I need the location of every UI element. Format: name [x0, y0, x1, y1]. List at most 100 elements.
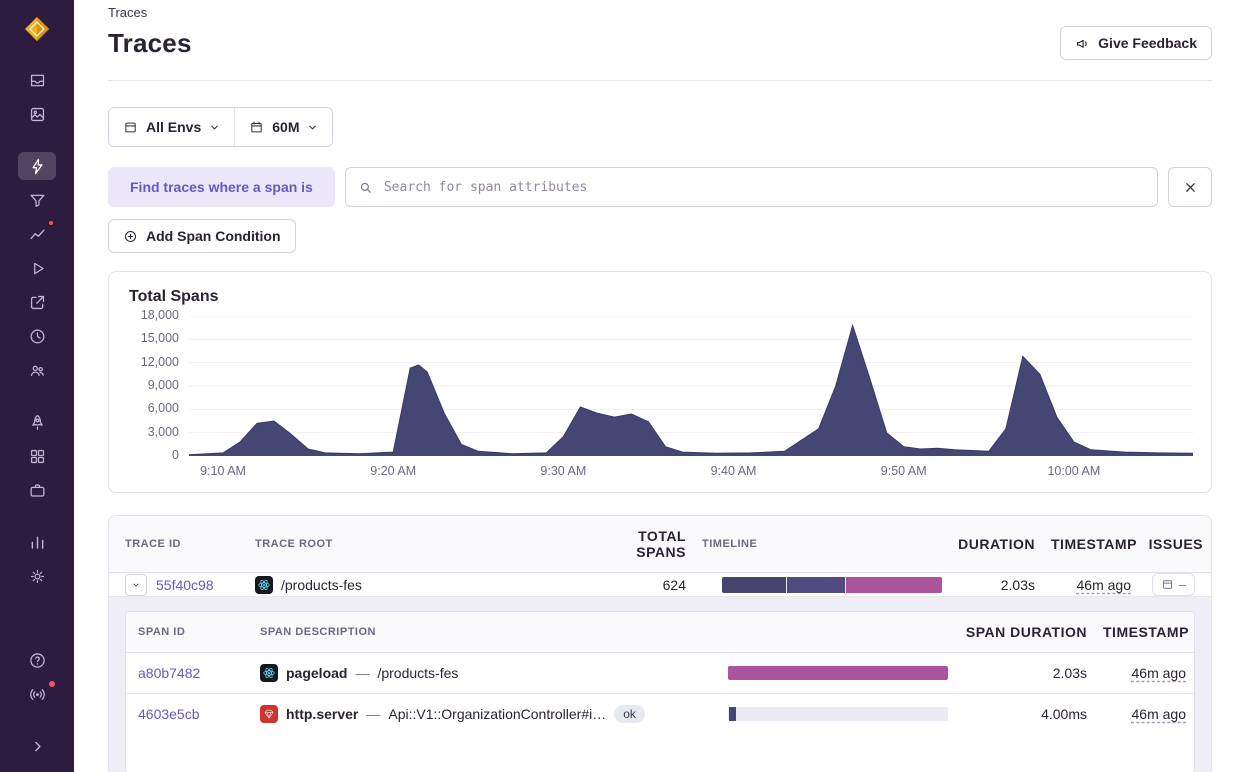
- play-icon: [28, 259, 47, 278]
- span-duration: 2.03s: [948, 665, 1095, 681]
- issues-count: –: [1179, 577, 1186, 592]
- timeline-segment: [728, 666, 948, 680]
- lightning-icon: [28, 157, 47, 176]
- span-operation: http.server: [286, 706, 358, 722]
- total-spans-value: 624: [594, 577, 694, 593]
- date-range-filter-label: 60M: [272, 119, 299, 135]
- trace-timestamp[interactable]: 46m ago: [1077, 577, 1131, 593]
- column-header-timeline: TIMELINE: [694, 526, 950, 562]
- rocket-icon: [28, 413, 47, 432]
- column-header-total-spans: TOTAL SPANS: [594, 516, 694, 572]
- sidebar-item-filter[interactable]: [18, 186, 56, 214]
- sidebar-item-teams[interactable]: [18, 356, 56, 384]
- column-header-span-id: SPAN ID: [126, 614, 252, 650]
- sidebar-item-whats-new[interactable]: [18, 680, 56, 708]
- add-span-condition-button[interactable]: Add Span Condition: [108, 219, 296, 253]
- span-id-link[interactable]: 4603e5cb: [138, 706, 200, 722]
- chart-y-axis: 03,0006,0009,00012,00015,00018,000: [127, 316, 189, 456]
- span-description: /products-fes: [377, 665, 458, 681]
- react-platform-icon: [260, 664, 278, 682]
- sidebar-item-history[interactable]: [18, 322, 56, 350]
- sidebar-item-replays[interactable]: [18, 254, 56, 282]
- users-icon: [28, 361, 47, 380]
- notification-dot: [47, 679, 57, 689]
- sidebar-item-insights[interactable]: [18, 220, 56, 248]
- chevron-down-icon: [132, 579, 140, 591]
- traces-table-header: TRACE ID TRACE ROOT TOTAL SPANS TIMELINE…: [109, 516, 1211, 573]
- column-header-duration: DURATION: [950, 524, 1043, 564]
- sidebar-item-stats[interactable]: [18, 528, 56, 556]
- line-chart-icon: [28, 225, 47, 244]
- image-icon: [28, 105, 47, 124]
- traces-table: TRACE ID TRACE ROOT TOTAL SPANS TIMELINE…: [108, 515, 1212, 772]
- chart-title: Total Spans: [129, 288, 1193, 306]
- sidebar-item-organization[interactable]: [18, 476, 56, 504]
- column-header-timestamp: TIMESTAMP: [1043, 524, 1139, 564]
- timeline-segment: [722, 577, 786, 593]
- environment-filter[interactable]: All Envs: [109, 108, 234, 146]
- span-duration: 4.00ms: [948, 706, 1095, 722]
- breadcrumb[interactable]: Traces: [108, 0, 1212, 20]
- sidebar-nav: [0, 66, 74, 590]
- column-header-span-timeline: [720, 620, 948, 644]
- plus-circle-icon: [123, 229, 138, 244]
- give-feedback-button[interactable]: Give Feedback: [1060, 26, 1212, 60]
- chart-x-axis: 9:10 AM9:20 AM9:30 AM9:40 AM9:50 AM10:00…: [189, 456, 1193, 484]
- span-timeline-bar: [728, 707, 948, 721]
- expanded-trace-panel: SPAN ID SPAN DESCRIPTION SPAN DURATION T…: [109, 597, 1211, 772]
- sidebar-item-releases[interactable]: [18, 288, 56, 316]
- date-range-filter[interactable]: 60M: [234, 108, 332, 146]
- ruby-platform-icon: [260, 705, 278, 723]
- sidebar-footer: [0, 646, 74, 760]
- clock-icon: [28, 327, 47, 346]
- diamond-logo-icon: [24, 16, 50, 42]
- add-span-condition-label: Add Span Condition: [146, 228, 281, 244]
- timeline-segment: [729, 707, 736, 721]
- sidebar-item-dashboards[interactable]: [18, 442, 56, 470]
- inbox-icon: [28, 71, 47, 90]
- arrow-out-icon: [28, 293, 47, 312]
- trace-row: 55f40c98 /products-fes 624 2.03s 46m ago: [109, 573, 1211, 597]
- sidebar-item-explore[interactable]: [18, 152, 56, 180]
- trace-id-link[interactable]: 55f40c98: [156, 577, 214, 593]
- sidebar-item-settings[interactable]: [18, 562, 56, 590]
- timeline-segment: [846, 577, 942, 593]
- span-timestamp[interactable]: 46m ago: [1132, 706, 1186, 722]
- broadcast-icon: [28, 685, 47, 704]
- sidebar-collapse-button[interactable]: [18, 732, 56, 760]
- column-header-span-duration: SPAN DURATION: [948, 612, 1095, 652]
- filter-icon: [28, 191, 47, 210]
- span-description: Api::V1::OrganizationController#i…: [388, 706, 606, 722]
- span-search[interactable]: [345, 167, 1158, 207]
- window-icon: [123, 120, 138, 135]
- megaphone-icon: [1075, 36, 1090, 51]
- sidebar-item-quick-start[interactable]: [18, 408, 56, 436]
- span-timestamp[interactable]: 46m ago: [1132, 665, 1186, 681]
- gear-icon: [28, 567, 47, 586]
- span-search-row: Find traces where a span is: [108, 167, 1212, 207]
- span-row: a80b7482 pageload — /products-fes: [126, 653, 1194, 693]
- span-row: 4603e5cb http.server — Api::V1::Organiza…: [126, 693, 1194, 733]
- sidebar-item-help[interactable]: [18, 646, 56, 674]
- page-title: Traces: [108, 28, 192, 59]
- span-operation: pageload: [286, 665, 347, 681]
- span-search-input[interactable]: [382, 179, 1145, 196]
- column-header-span-timestamp: TIMESTAMP: [1095, 612, 1194, 652]
- environment-filter-label: All Envs: [146, 119, 201, 135]
- span-status-badge: ok: [614, 705, 645, 723]
- clear-search-button[interactable]: [1168, 167, 1212, 207]
- sidebar-item-projects[interactable]: [18, 100, 56, 128]
- page-header: Traces Give Feedback: [108, 20, 1212, 81]
- help-icon: [28, 651, 47, 670]
- sidebar-item-issues[interactable]: [18, 66, 56, 94]
- timeline-segment: [787, 577, 845, 593]
- main-content: Traces Traces Give Feedback All Envs 60M…: [74, 0, 1244, 772]
- issues-icon: [1161, 578, 1174, 591]
- calendar-icon: [249, 120, 264, 135]
- collapse-trace-button[interactable]: [125, 574, 147, 596]
- issues-cell[interactable]: –: [1152, 573, 1195, 596]
- column-header-span-description: SPAN DESCRIPTION: [252, 614, 720, 650]
- org-logo[interactable]: [24, 16, 50, 42]
- span-timeline-bar: [728, 666, 948, 680]
- span-id-link[interactable]: a80b7482: [138, 665, 200, 681]
